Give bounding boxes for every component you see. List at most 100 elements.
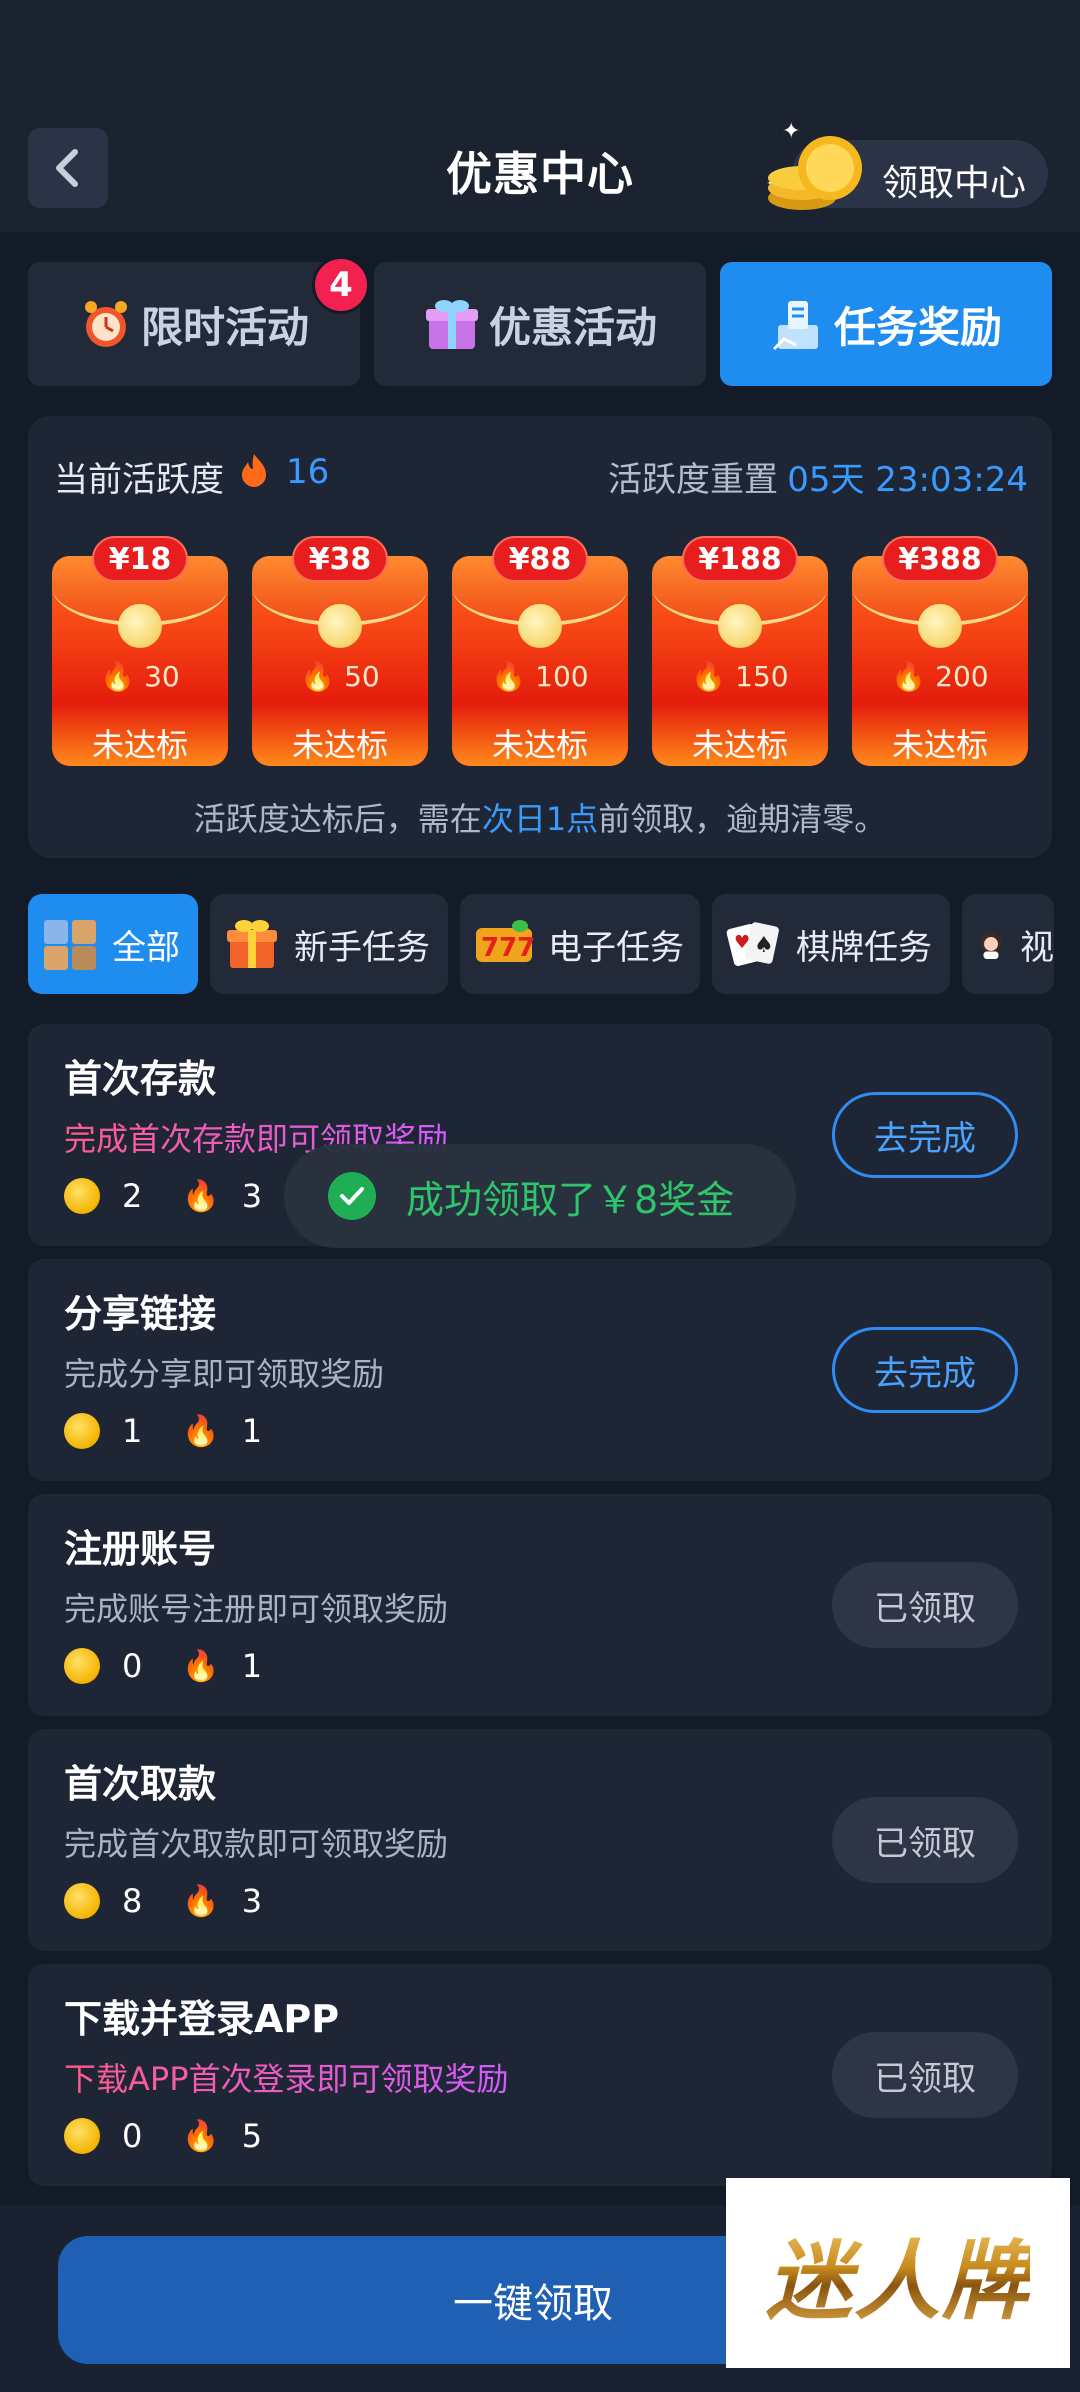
coin-icon (64, 2118, 100, 2154)
flame-icon: 🔥 (182, 2118, 220, 2154)
flame-icon: 🔥 (182, 1648, 220, 1684)
category-newbie-tasks[interactable]: 新手任务 (210, 894, 448, 994)
activity-reward: 5 (241, 2117, 263, 2155)
task-description: 完成账号注册即可领取奖励 (64, 1590, 449, 1628)
task-card: 注册账号 完成账号注册即可领取奖励 0 🔥 1 已领取 (28, 1494, 1052, 1716)
coin-icon (64, 1883, 100, 1919)
envelope-need: 50 (344, 660, 380, 693)
logo-text: 迷人牌 (766, 2211, 1030, 2336)
category-label: 视 (1020, 927, 1054, 968)
task-title: 首次取款 (64, 1762, 217, 1806)
red-envelope-reward[interactable]: ¥38 🔥 50 未达标 (252, 536, 428, 766)
task-title: 首次存款 (64, 1057, 217, 1101)
flame-icon: 🔥 (691, 660, 727, 693)
promo-center-page: 优惠中心 领取中心 ✦ ✦ 限时活动 4 (0, 0, 1080, 2392)
envelope-seal (718, 604, 762, 648)
task-description: 完成分享即可领取奖励 (64, 1355, 385, 1393)
gift-box-icon (425, 300, 478, 349)
red-envelope-reward[interactable]: ¥18 🔥 30 未达标 (52, 536, 228, 766)
task-title: 注册账号 (64, 1527, 217, 1571)
claimed-button[interactable]: 已领取 (832, 1562, 1018, 1648)
tab-promotions[interactable]: 优惠活动 (374, 262, 706, 386)
activity-value: 16 (286, 452, 330, 492)
envelope-price: ¥388 (882, 536, 998, 582)
tab-label: 限时活动 (140, 302, 309, 352)
envelope-requirement: 🔥 100 (452, 660, 628, 693)
task-card: 下载并登录APP 下载APP首次登录即可领取奖励 0 🔥 5 已领取 (28, 1964, 1052, 2186)
category-slot-tasks[interactable]: 777 电子任务 (460, 894, 700, 994)
envelope-status: 未达标 (291, 726, 388, 764)
tab-task-rewards[interactable]: 任务奖励 (720, 262, 1052, 386)
envelope-price: ¥88 (492, 536, 588, 582)
category-card-tasks[interactable]: ♠ ♥ 棋牌任务 (712, 894, 950, 994)
svg-text:✦: ✦ (782, 119, 800, 144)
gift-icon (227, 920, 277, 968)
go-complete-button[interactable]: 去完成 (832, 1092, 1018, 1178)
task-rewards: 8 🔥 3 (64, 1879, 302, 1923)
claimed-button[interactable]: 已领取 (832, 2032, 1018, 2118)
coin-icon (64, 1648, 100, 1684)
category-live-tasks[interactable]: 视 (962, 894, 1054, 994)
coin-reward: 2 (122, 1177, 143, 1215)
envelope-requirement: 🔥 30 (52, 660, 228, 693)
note-suffix: 前领取，逾期清零。 (598, 800, 887, 838)
coin-reward: 8 (122, 1882, 143, 1920)
alarm-clock-icon (84, 301, 127, 347)
category-all[interactable]: 全部 (28, 894, 198, 994)
red-envelope-reward[interactable]: ¥188 🔥 150 未达标 (652, 536, 828, 766)
task-card: 首次取款 完成首次取款即可领取奖励 8 🔥 3 已领取 (28, 1729, 1052, 1951)
envelope-price: ¥38 (292, 536, 388, 582)
task-description: 完成首次取款即可领取奖励 (64, 1825, 449, 1863)
activity-reward: 3 (241, 1177, 263, 1215)
brand-watermark-logo: 迷人牌 (726, 2178, 1070, 2368)
trophy-podium-icon (772, 301, 818, 351)
reset-countdown: 05天 23:03:24 (787, 460, 1028, 500)
category-label: 棋牌任务 (796, 927, 932, 968)
red-envelope-reward[interactable]: ¥388 🔥 200 未达标 (852, 536, 1028, 766)
coin-reward: 1 (122, 1412, 143, 1450)
envelope-seal (318, 604, 362, 648)
activity-label: 当前活跃度 (54, 460, 224, 500)
envelope-requirement: 🔥 150 (652, 660, 828, 693)
task-title: 分享链接 (64, 1292, 217, 1336)
task-title: 下载并登录APP (64, 1997, 340, 2041)
playing-cards-icon: ♠ ♥ (726, 922, 779, 966)
envelope-status: 未达标 (891, 726, 988, 764)
coin-reward: 0 (122, 2117, 143, 2155)
red-envelope-reward[interactable]: ¥88 🔥 100 未达标 (452, 536, 628, 766)
envelope-status: 未达标 (91, 726, 188, 764)
go-complete-button[interactable]: 去完成 (832, 1327, 1018, 1413)
task-card: 分享链接 完成分享即可领取奖励 1 🔥 1 去完成 (28, 1259, 1052, 1481)
flame-icon: 🔥 (182, 1883, 220, 1919)
svg-text:♠: ♠ (754, 933, 774, 958)
claim-all-label: 一键领取 (453, 2281, 613, 2327)
flame-icon: 🔥 (182, 1413, 220, 1449)
envelope-seal (518, 604, 562, 648)
envelope-requirement: 🔥 200 (852, 660, 1028, 693)
activity-card: 当前活跃度 16 活跃度重置 05天 23:03:24 ¥18 🔥 30 未达标… (28, 416, 1052, 858)
flame-icon: 🔥 (891, 660, 927, 693)
envelope-status: 未达标 (691, 726, 788, 764)
coin-reward: 0 (122, 1647, 143, 1685)
flame-icon: 🔥 (300, 660, 336, 693)
activity-reward: 1 (241, 1647, 263, 1685)
claimed-button[interactable]: 已领取 (832, 1797, 1018, 1883)
flame-icon: 🔥 (100, 660, 136, 693)
claim-center-label: 领取中心 (881, 163, 1026, 204)
flame-icon: 🔥 (491, 660, 527, 693)
check-circle-icon (328, 1172, 376, 1220)
note-prefix: 活跃度达标后，需在 (193, 800, 482, 838)
toast-message: 成功领取了￥8奖金 (406, 1177, 735, 1222)
envelope-need: 100 (535, 660, 589, 693)
tab-limited-time[interactable]: 限时活动 4 (28, 256, 370, 386)
flame-icon: 🔥 (182, 1178, 220, 1214)
notification-badge: 4 (312, 256, 370, 314)
envelope-status: 未达标 (491, 726, 588, 764)
envelope-seal (918, 604, 962, 648)
activity-reward: 3 (241, 1882, 263, 1920)
category-label: 电子任务 (548, 927, 684, 968)
envelope-requirement: 🔥 50 (252, 660, 428, 693)
header: 优惠中心 领取中心 ✦ ✦ (0, 0, 1080, 232)
boxes-icon (44, 920, 96, 970)
activity-reward: 1 (241, 1412, 263, 1450)
